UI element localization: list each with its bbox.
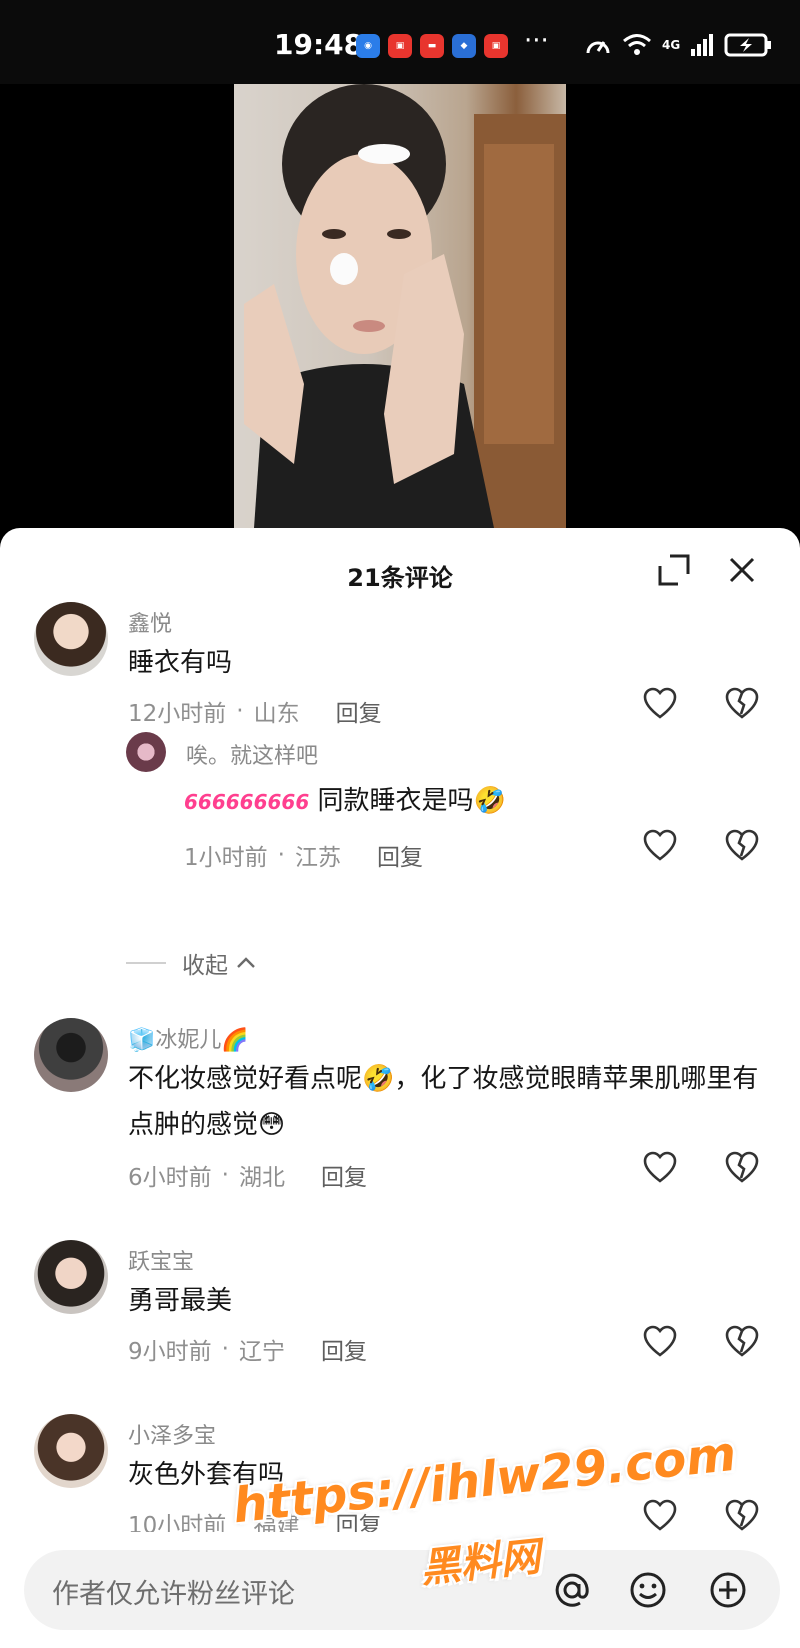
avatar[interactable]	[34, 602, 108, 676]
comment-meta: 1小时前 · 江苏 回复	[184, 838, 423, 872]
battery-charging-icon	[724, 33, 772, 57]
comment-meta: 12小时前 · 山东 回复	[128, 694, 382, 728]
expand-button[interactable]	[656, 552, 692, 588]
comment-username[interactable]: 跃宝宝	[128, 1244, 194, 1276]
comment-time: 9小时前	[128, 1339, 212, 1365]
comment-location: 山东	[253, 701, 300, 727]
signal-icon	[691, 34, 714, 56]
divider	[126, 962, 166, 964]
heart-icon	[643, 1325, 677, 1357]
network-type-label: 4G	[662, 38, 681, 52]
comment-username[interactable]: 唉。就这样吧	[186, 738, 318, 770]
app-notification-icon: ▣	[388, 34, 412, 58]
comment-input-placeholder: 作者仅允许粉丝评论	[52, 1579, 295, 1610]
avatar[interactable]	[34, 1018, 108, 1092]
like-button[interactable]	[642, 1498, 678, 1534]
broken-heart-icon	[725, 687, 759, 719]
comment-text: 睡衣有吗	[128, 648, 233, 678]
broken-heart-icon	[725, 829, 759, 861]
collapse-replies-button[interactable]: 收起	[126, 946, 258, 980]
reply-button[interactable]: 回复	[321, 1332, 367, 1366]
like-button[interactable]	[642, 1150, 678, 1186]
dislike-button[interactable]	[724, 1150, 760, 1186]
video-frame-image	[234, 84, 566, 528]
status-app-icons: ◉ ▣ ▬ ◆ ▣	[356, 34, 508, 58]
chevron-up-icon	[237, 957, 255, 968]
wifi-icon	[623, 34, 651, 55]
comment-meta: 9小时前 · 辽宁 回复	[128, 1332, 367, 1366]
like-button[interactable]	[642, 1324, 678, 1360]
like-button[interactable]	[642, 828, 678, 864]
collapse-label: 收起	[182, 953, 228, 979]
like-button[interactable]	[642, 686, 678, 722]
comment-location: 湖北	[238, 1165, 285, 1191]
comment-username[interactable]: 鑫悦	[128, 606, 172, 638]
comment-text: 不化妆感觉好看点呢🤣，化了妆感觉眼睛苹果肌哪里有点肿的感觉😳	[128, 1064, 759, 1140]
dislike-button[interactable]	[724, 1498, 760, 1534]
heart-icon	[643, 1499, 677, 1531]
heart-icon	[643, 1151, 677, 1183]
status-more-icon: ···	[524, 26, 549, 56]
dislike-button[interactable]	[724, 828, 760, 864]
reply-button[interactable]: 回复	[336, 694, 382, 728]
reply-button[interactable]: 回复	[377, 838, 423, 872]
comment-meta: 6小时前 · 湖北 回复	[128, 1158, 367, 1192]
pink-666-emoji: 666666666	[184, 790, 310, 814]
avatar[interactable]	[126, 732, 166, 772]
heart-icon	[643, 687, 677, 719]
avatar[interactable]	[34, 1240, 108, 1314]
comment-username[interactable]: 小泽多宝	[128, 1418, 216, 1450]
status-bar: 19:48 ◉ ▣ ▬ ◆ ▣ ··· 4G	[0, 0, 800, 84]
close-button[interactable]	[724, 552, 760, 588]
avatar[interactable]	[34, 1414, 108, 1488]
reply-button[interactable]: 回复	[321, 1158, 367, 1192]
reply-text: 同款睡衣是吗🤣	[317, 786, 506, 816]
dislike-button[interactable]	[724, 1324, 760, 1360]
comment-time: 12小时前	[128, 701, 227, 727]
expand-icon	[658, 554, 690, 586]
comment-input[interactable]: 作者仅允许粉丝评论	[24, 1550, 780, 1630]
dislike-button[interactable]	[724, 686, 760, 722]
mention-button[interactable]	[552, 1570, 592, 1610]
app-notification-icon: ◆	[452, 34, 476, 58]
app-notification-icon: ◉	[356, 34, 380, 58]
emoji-button[interactable]	[628, 1570, 668, 1610]
status-system-icons: 4G	[584, 32, 772, 58]
comment-text: 勇哥最美	[128, 1286, 233, 1316]
smiley-icon	[630, 1572, 666, 1608]
at-icon	[555, 1573, 589, 1607]
video-player[interactable]	[0, 84, 800, 528]
comment-text: 666666666 同款睡衣是吗🤣	[184, 778, 800, 825]
broken-heart-icon	[725, 1325, 759, 1357]
add-button[interactable]	[708, 1570, 748, 1610]
comment-location: 辽宁	[238, 1339, 285, 1365]
app-notification-icon: ▣	[484, 34, 508, 58]
video-person-illustration	[244, 84, 566, 528]
close-icon	[729, 557, 755, 583]
comment-input-bar: 作者仅允许粉丝评论	[0, 1532, 800, 1648]
comment-time: 6小时前	[128, 1165, 212, 1191]
broken-heart-icon	[725, 1499, 759, 1531]
comment-location: 江苏	[294, 845, 341, 871]
plus-circle-icon	[710, 1572, 746, 1608]
status-time: 19:48	[274, 28, 364, 61]
comment-username[interactable]: 🧊冰妮儿🌈	[128, 1022, 249, 1054]
broken-heart-icon	[725, 1151, 759, 1183]
heart-icon	[643, 829, 677, 861]
comment-time: 1小时前	[184, 845, 268, 871]
speed-icon	[586, 41, 610, 54]
app-notification-icon: ▬	[420, 34, 444, 58]
